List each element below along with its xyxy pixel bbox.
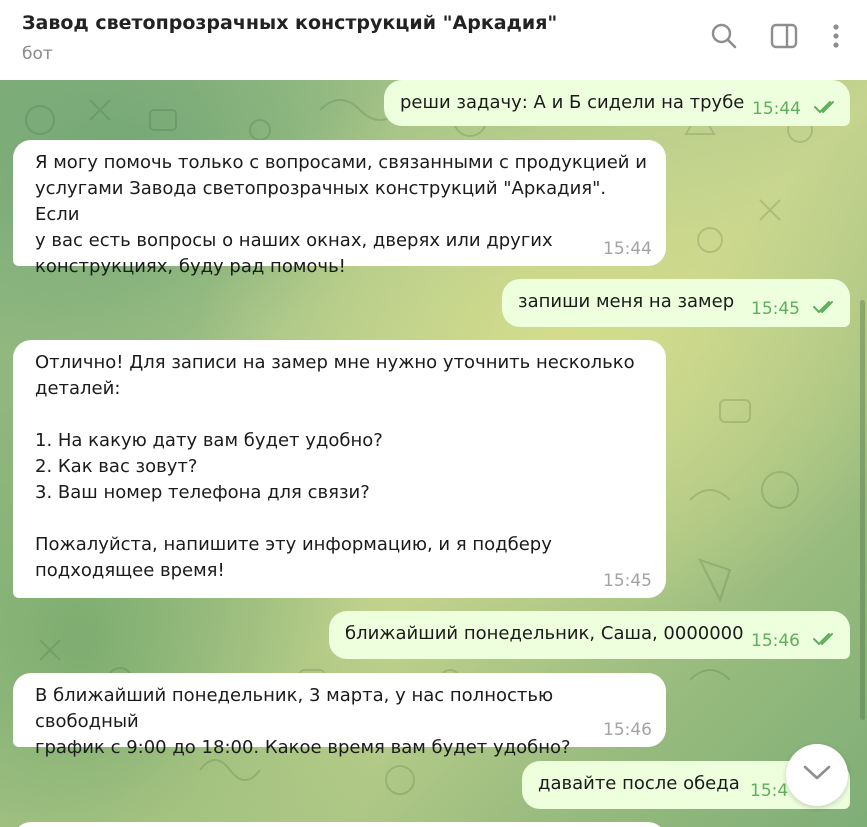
- message-time: 15:46: [603, 720, 652, 740]
- message-bubble-incoming-partial[interactable]: [13, 822, 666, 827]
- chat-subtitle: бот: [22, 44, 53, 64]
- chat-title[interactable]: Завод светопрозрачных конструкций "Аркад…: [22, 12, 557, 34]
- message-bubble-incoming[interactable]: Я могу помочь только с вопросами, связан…: [13, 140, 666, 277]
- message-bubble-outgoing[interactable]: запиши меня на замер 15:45: [502, 279, 850, 327]
- message-text: Я могу помочь только с вопросами, связан…: [35, 152, 647, 277]
- message-bubble-incoming[interactable]: Отлично! Для записи на замер мне нужно у…: [13, 340, 666, 598]
- message-time: 15:45: [603, 571, 652, 591]
- message-time: 15:44: [752, 99, 801, 119]
- message-time: 15:45: [751, 299, 800, 319]
- read-checkmarks-icon: [813, 633, 833, 645]
- sidebar-toggle-button[interactable]: [768, 22, 800, 54]
- message-bubble-incoming[interactable]: В ближайший понедельник, 3 марта, у нас …: [13, 673, 666, 758]
- scroll-to-bottom-button[interactable]: [786, 744, 848, 806]
- search-button[interactable]: [708, 22, 740, 54]
- message-bubble-outgoing[interactable]: реши задачу: А и Б сидели на трубе 15:44: [384, 80, 850, 126]
- read-checkmarks-icon: [813, 301, 833, 313]
- message-time: 15:44: [603, 239, 652, 259]
- read-checkmarks-icon: [814, 101, 834, 113]
- search-icon: [710, 22, 738, 54]
- message-text: В ближайший понедельник, 3 марта, у нас …: [35, 685, 571, 758]
- more-options-button[interactable]: [820, 22, 852, 54]
- message-time: 15:46: [751, 631, 800, 651]
- chevron-down-icon: [802, 764, 832, 786]
- chat-header: Завод светопрозрачных конструкций "Аркад…: [0, 0, 867, 80]
- message-bubble-outgoing[interactable]: ближайший понедельник, Саша, 0000000 15:…: [329, 611, 850, 659]
- message-time: 15:4: [750, 781, 789, 801]
- more-vertical-icon: [832, 23, 840, 53]
- sidebar-toggle-icon: [770, 23, 798, 53]
- message-text: Отлично! Для записи на замер мне нужно у…: [35, 352, 635, 581]
- chat-scrollbar[interactable]: [860, 300, 865, 720]
- chat-history[interactable]: реши задачу: А и Б сидели на трубе 15:44…: [0, 80, 867, 827]
